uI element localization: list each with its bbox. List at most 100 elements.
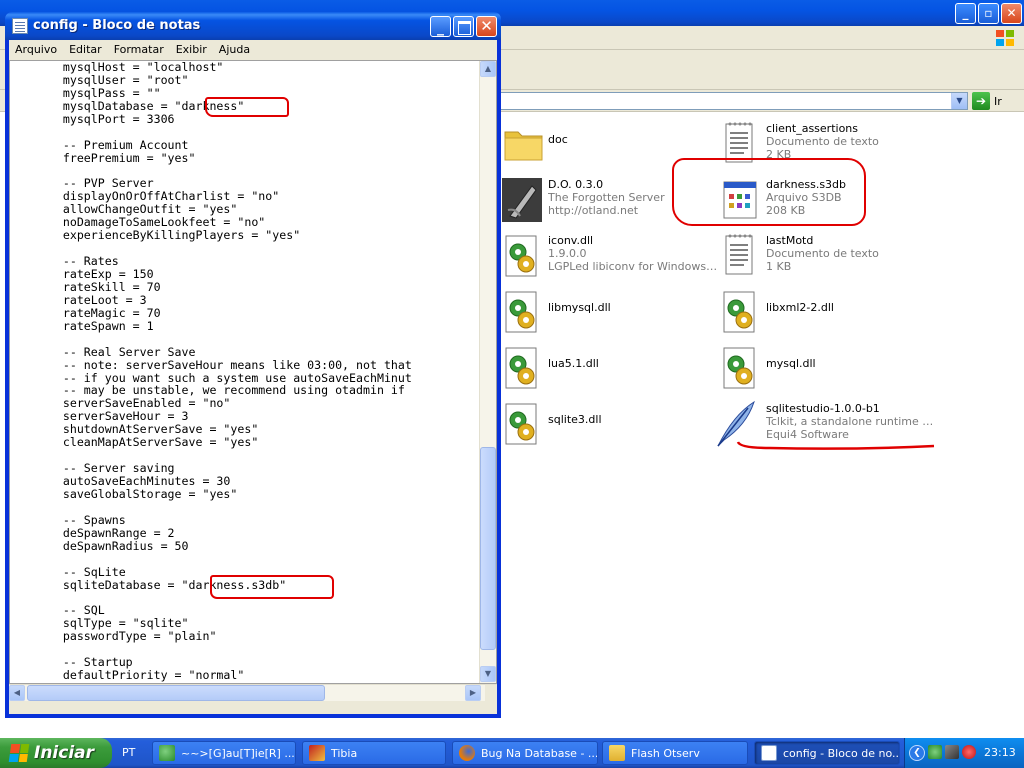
dll-icon: [723, 347, 755, 389]
taskbar-button-flash-otserv[interactable]: Flash Otserv: [602, 741, 748, 765]
file-item-libxml2-dll[interactable]: libxml2-2.dll: [720, 286, 940, 340]
file-item-client-assertions[interactable]: client_assertions Documento de texto 2 K…: [720, 118, 940, 172]
code-line: mysqlPass = "": [14, 85, 161, 100]
code-line: deSpawnRadius = 50: [14, 538, 189, 553]
code-line: rateSkill = 70: [14, 279, 161, 294]
folder-icon: [609, 745, 625, 761]
notepad-menu-bar: Arquivo Editar Formatar Exibir Ajuda: [9, 40, 497, 60]
code-line: mysqlDatabase = "darkness": [14, 98, 245, 113]
menu-editar[interactable]: Editar: [63, 40, 108, 60]
go-label: Ir: [994, 94, 1002, 108]
resize-grip-icon[interactable]: [485, 685, 497, 701]
system-tray: ❮ 23:13: [904, 738, 1024, 768]
dll-icon: [505, 403, 537, 445]
taskbar-button-label: ~~>[G]au[T]ie[R] ...: [181, 746, 295, 760]
taskbar-button-label: config - Bloco de no...: [783, 746, 900, 760]
menu-ajuda[interactable]: Ajuda: [213, 40, 256, 60]
taskbar-button-tibia[interactable]: Tibia: [302, 741, 446, 765]
file-item-do-server[interactable]: D.O. 0.3.0 The Forgotten Server http://o…: [502, 174, 722, 228]
code-line: passwordType = "plain": [14, 629, 217, 644]
security-shield-icon[interactable]: [962, 745, 976, 759]
horizontal-scroll-thumb[interactable]: [27, 685, 325, 701]
code-line: saveGlobalStorage = "yes": [14, 486, 238, 501]
taskbar-button-label: Flash Otserv: [631, 746, 700, 760]
vertical-scrollbar[interactable]: ▲ ▼: [479, 61, 496, 683]
code-line: freePremium = "yes": [14, 150, 196, 165]
taskbar-button-notepad[interactable]: config - Bloco de no...: [754, 741, 900, 765]
taskbar-button-label: Bug Na Database - ...: [481, 746, 598, 760]
code-line: defaultPriority = "normal": [14, 668, 245, 683]
horizontal-scrollbar[interactable]: ◀ ▶: [9, 684, 497, 701]
s3db-file-icon: [723, 181, 757, 219]
notepad-text-area[interactable]: mysqlHost = "localhost" mysqlUser = "roo…: [9, 60, 497, 684]
language-indicator[interactable]: PT: [122, 746, 135, 759]
code-line: rateMagic = 70: [14, 305, 161, 320]
file-item-iconv-dll[interactable]: iconv.dll 1.9.0.0 LGPLed libiconv for Wi…: [502, 230, 722, 284]
notepad-app-icon[interactable]: [12, 18, 28, 34]
taskbar-button-firefox[interactable]: Bug Na Database - ...: [452, 741, 598, 765]
menu-formatar[interactable]: Formatar: [108, 40, 170, 60]
tibia-icon: [309, 745, 325, 761]
scroll-right-icon[interactable]: ▶: [465, 685, 481, 701]
menu-arquivo[interactable]: Arquivo: [9, 40, 63, 60]
code-line: -- Real Server Save: [14, 344, 196, 359]
maximize-button[interactable]: [453, 16, 474, 37]
file-item-lua51-dll[interactable]: lua5.1.dll: [502, 342, 722, 396]
code-line: -- SqLite: [14, 564, 126, 579]
code-line: mysqlUser = "root": [14, 72, 189, 87]
tray-expand-icon[interactable]: ❮: [909, 745, 925, 761]
code-line: -- Premium Account: [14, 137, 189, 152]
scroll-down-icon[interactable]: ▼: [480, 666, 496, 682]
code-line: -- note: serverSaveHour means like 03:00…: [14, 357, 412, 372]
file-item-libmysql-dll[interactable]: libmysql.dll: [502, 286, 722, 340]
file-item-doc[interactable]: doc: [502, 118, 722, 172]
taskbar: Iniciar PT ~~>[G]au[T]ie[R] ... Tibia Bu…: [0, 738, 1024, 768]
dll-icon: [723, 291, 755, 333]
text-document-icon: [725, 234, 753, 275]
code-line: -- Spawns: [14, 512, 126, 527]
file-item-darkness-s3db[interactable]: darkness.s3db Arquivo S3DB 208 KB: [720, 174, 940, 228]
close-button[interactable]: ✕: [476, 16, 497, 37]
start-label: Iniciar: [34, 743, 95, 763]
notepad-title: config - Bloco de notas: [33, 18, 201, 33]
clock[interactable]: 23:13: [984, 746, 1016, 759]
file-item-mysql-dll[interactable]: mysql.dll: [720, 342, 940, 396]
file-item-lastmotd[interactable]: lastMotd Documento de texto 1 KB: [720, 230, 940, 284]
code-line: autoSaveEachMinutes = 30: [14, 474, 231, 488]
explorer-close-button[interactable]: ✕: [1001, 3, 1022, 24]
taskbar-button-messenger[interactable]: ~~>[G]au[T]ie[R] ...: [152, 741, 296, 765]
minimize-button[interactable]: _: [430, 16, 451, 37]
notepad-window: config - Bloco de notas _ ✕ Arquivo Edit…: [5, 12, 501, 718]
notepad-title-bar[interactable]: config - Bloco de notas _ ✕: [5, 12, 501, 40]
messenger-icon: [159, 745, 175, 761]
start-button[interactable]: Iniciar: [0, 738, 112, 768]
vertical-scroll-thumb[interactable]: [480, 447, 496, 650]
folder-icon: [504, 131, 543, 161]
file-item-sqlite3-dll[interactable]: sqlite3.dll: [502, 398, 722, 452]
scroll-up-icon[interactable]: ▲: [480, 61, 496, 77]
notepad-icon: [761, 745, 777, 761]
explorer-minimize-button[interactable]: _: [955, 3, 976, 24]
text-document-icon: [725, 122, 753, 163]
code-line: cleanMapAtServerSave = "yes": [14, 435, 259, 450]
annotation-underline-sqlitestudio: [736, 441, 935, 450]
messenger-tray-icon[interactable]: [928, 745, 942, 759]
dll-icon: [505, 291, 537, 333]
config-text-content[interactable]: mysqlHost = "localhost" mysqlUser = "roo…: [14, 61, 474, 683]
code-line: experienceByKillingPlayers = "yes": [14, 228, 301, 243]
network-tray-icon[interactable]: [945, 745, 959, 759]
dll-icon: [505, 347, 537, 389]
address-dropdown-icon[interactable]: ▼: [951, 93, 967, 109]
scroll-left-icon[interactable]: ◀: [9, 685, 25, 701]
code-line: sqliteDatabase = "darkness.s3db": [14, 577, 287, 592]
menu-exibir[interactable]: Exibir: [170, 40, 213, 60]
explorer-restore-button[interactable]: ▫: [978, 3, 999, 24]
code-line: mysqlHost = "localhost": [14, 61, 224, 74]
code-line: rateLoot = 3: [14, 292, 147, 307]
address-field[interactable]: ▼: [500, 92, 968, 110]
windows-flag-icon: [996, 30, 1014, 46]
go-button[interactable]: ➔ Ir: [972, 92, 1002, 110]
go-arrow-icon: ➔: [972, 92, 990, 110]
taskbar-button-label: Tibia: [331, 746, 358, 760]
